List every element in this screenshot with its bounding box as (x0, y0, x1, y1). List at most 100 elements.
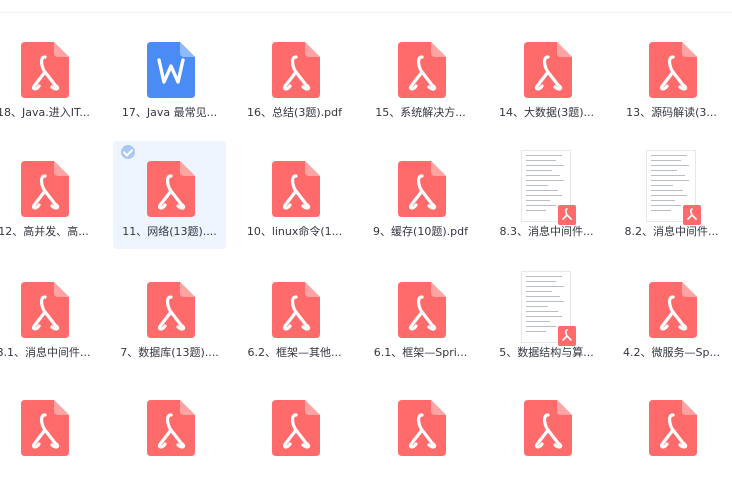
thumbnail-text-line (526, 165, 564, 166)
pdf-icon (147, 161, 195, 217)
pdf-badge-icon (558, 205, 576, 225)
file-name: 16、总结(3题).pdf (247, 106, 342, 119)
file-item[interactable]: 11、网络(13题).... (113, 141, 226, 249)
file-item[interactable]: 12、高并发、高... (0, 141, 100, 249)
pdf-icon (524, 400, 572, 456)
thumbnail-text-line (526, 331, 546, 332)
top-divider (0, 12, 732, 13)
selected-check-icon[interactable] (121, 145, 135, 159)
file-name: 18、Java.进入IT... (0, 106, 90, 119)
thumbnail-text-line (526, 286, 564, 287)
thumbnail-text-line (651, 210, 671, 211)
pdf-icon (147, 282, 195, 338)
pdf-thumbnail (521, 271, 576, 346)
file-name: 14、大数据(3题)... (498, 106, 595, 119)
thumbnail-text-line (651, 160, 681, 161)
pdf-icon (21, 161, 69, 217)
thumbnail-text-line (526, 190, 558, 191)
pdf-thumbnail (646, 150, 701, 225)
pdf-icon (272, 42, 320, 98)
thumbnail-text-line (526, 316, 562, 317)
pdf-icon (147, 400, 195, 456)
thumbnail-text-line (651, 155, 687, 156)
thumbnail-text-line (651, 170, 677, 171)
file-item[interactable]: 8.2、消息中间件... (615, 141, 728, 249)
file-item[interactable] (238, 380, 351, 488)
file-item[interactable] (113, 380, 226, 488)
thumbnail-text-line (651, 190, 683, 191)
pdf-badge-icon (558, 326, 576, 346)
thumbnail-text-line (651, 165, 689, 166)
file-name: 7、数据库(13题).... (120, 346, 219, 359)
thumbnail-text-line (651, 185, 673, 186)
pdf-icon (272, 161, 320, 217)
pdf-badge-icon (683, 205, 701, 225)
thumbnail-text-line (526, 311, 558, 312)
pdf-icon (398, 42, 446, 98)
thumbnail-text-line (526, 185, 548, 186)
file-name: 9、缓存(10题).pdf (373, 225, 468, 238)
thumbnail-text-line (526, 281, 556, 282)
pdf-icon (21, 400, 69, 456)
file-item[interactable]: 9、缓存(10题).pdf (364, 141, 477, 249)
file-name: 13、源码解读(3... (626, 106, 717, 119)
file-item[interactable] (364, 380, 477, 488)
file-item[interactable]: 16、总结(3题).pdf (238, 22, 351, 130)
file-item[interactable]: 15、系统解决方... (364, 22, 477, 130)
file-name: 15、系统解决方... (375, 106, 466, 119)
thumbnail-text-line (651, 205, 681, 206)
file-item[interactable]: 7、数据库(13题).... (113, 262, 226, 370)
file-item[interactable]: 5、数据结构与算... (490, 262, 603, 370)
thumbnail-text-line (526, 276, 562, 277)
thumbnail-text-line (526, 205, 556, 206)
file-item[interactable]: 18、Java.进入IT... (0, 22, 100, 130)
pdf-icon (649, 282, 697, 338)
file-item[interactable] (0, 380, 100, 488)
pdf-icon (21, 282, 69, 338)
pdf-thumbnail (521, 150, 576, 225)
file-item[interactable]: 13、源码解读(3... (615, 22, 728, 130)
thumbnail-text-line (526, 155, 562, 156)
thumbnail-text-line (651, 180, 689, 181)
file-name: 8.3、消息中间件... (499, 225, 594, 238)
thumbnail-text-line (526, 291, 552, 292)
file-name: 8.2、消息中间件... (624, 225, 719, 238)
pdf-icon (524, 42, 572, 98)
thumbnail-text-line (651, 175, 685, 176)
file-item[interactable]: 4.2、微服务—Sp... (615, 262, 728, 370)
file-item[interactable] (490, 380, 603, 488)
file-item[interactable]: 6.2、框架—其他... (238, 262, 351, 370)
file-item[interactable]: 10、linux命令(1... (238, 141, 351, 249)
file-item[interactable]: 8.1、消息中间件... (0, 262, 100, 370)
thumbnail-text-line (526, 301, 564, 302)
thumbnail-text-line (526, 175, 560, 176)
thumbnail-text-line (526, 195, 562, 196)
file-name: 12、高并发、高... (0, 225, 89, 238)
thumbnail-text-line (526, 180, 564, 181)
thumbnail-text-line (526, 210, 546, 211)
file-name: 5、数据结构与算... (499, 346, 594, 359)
thumbnail-text-line (526, 326, 556, 327)
word-icon (147, 42, 195, 98)
file-name: 17、Java 最常见... (121, 106, 218, 119)
pdf-icon (649, 400, 697, 456)
thumbnail-text-line (526, 160, 556, 161)
file-name: 6.2、框架—其他... (247, 346, 342, 359)
file-name: 8.1、消息中间件... (0, 346, 91, 359)
thumbnail-text-line (526, 296, 560, 297)
pdf-icon (398, 400, 446, 456)
pdf-icon (272, 400, 320, 456)
file-name: 6.1、框架—Spri... (373, 346, 468, 359)
file-item[interactable]: 8.3、消息中间件... (490, 141, 603, 249)
file-item[interactable]: 17、Java 最常见... (113, 22, 226, 130)
thumbnail-text-line (526, 200, 550, 201)
pdf-icon (21, 42, 69, 98)
pdf-icon (398, 282, 446, 338)
thumbnail-text-line (651, 200, 675, 201)
pdf-icon (272, 282, 320, 338)
file-item[interactable]: 6.1、框架—Spri... (364, 262, 477, 370)
file-name: 11、网络(13题).... (122, 225, 217, 238)
file-item[interactable] (615, 380, 728, 488)
file-item[interactable]: 14、大数据(3题)... (490, 22, 603, 130)
file-name: 10、linux命令(1... (246, 225, 343, 238)
